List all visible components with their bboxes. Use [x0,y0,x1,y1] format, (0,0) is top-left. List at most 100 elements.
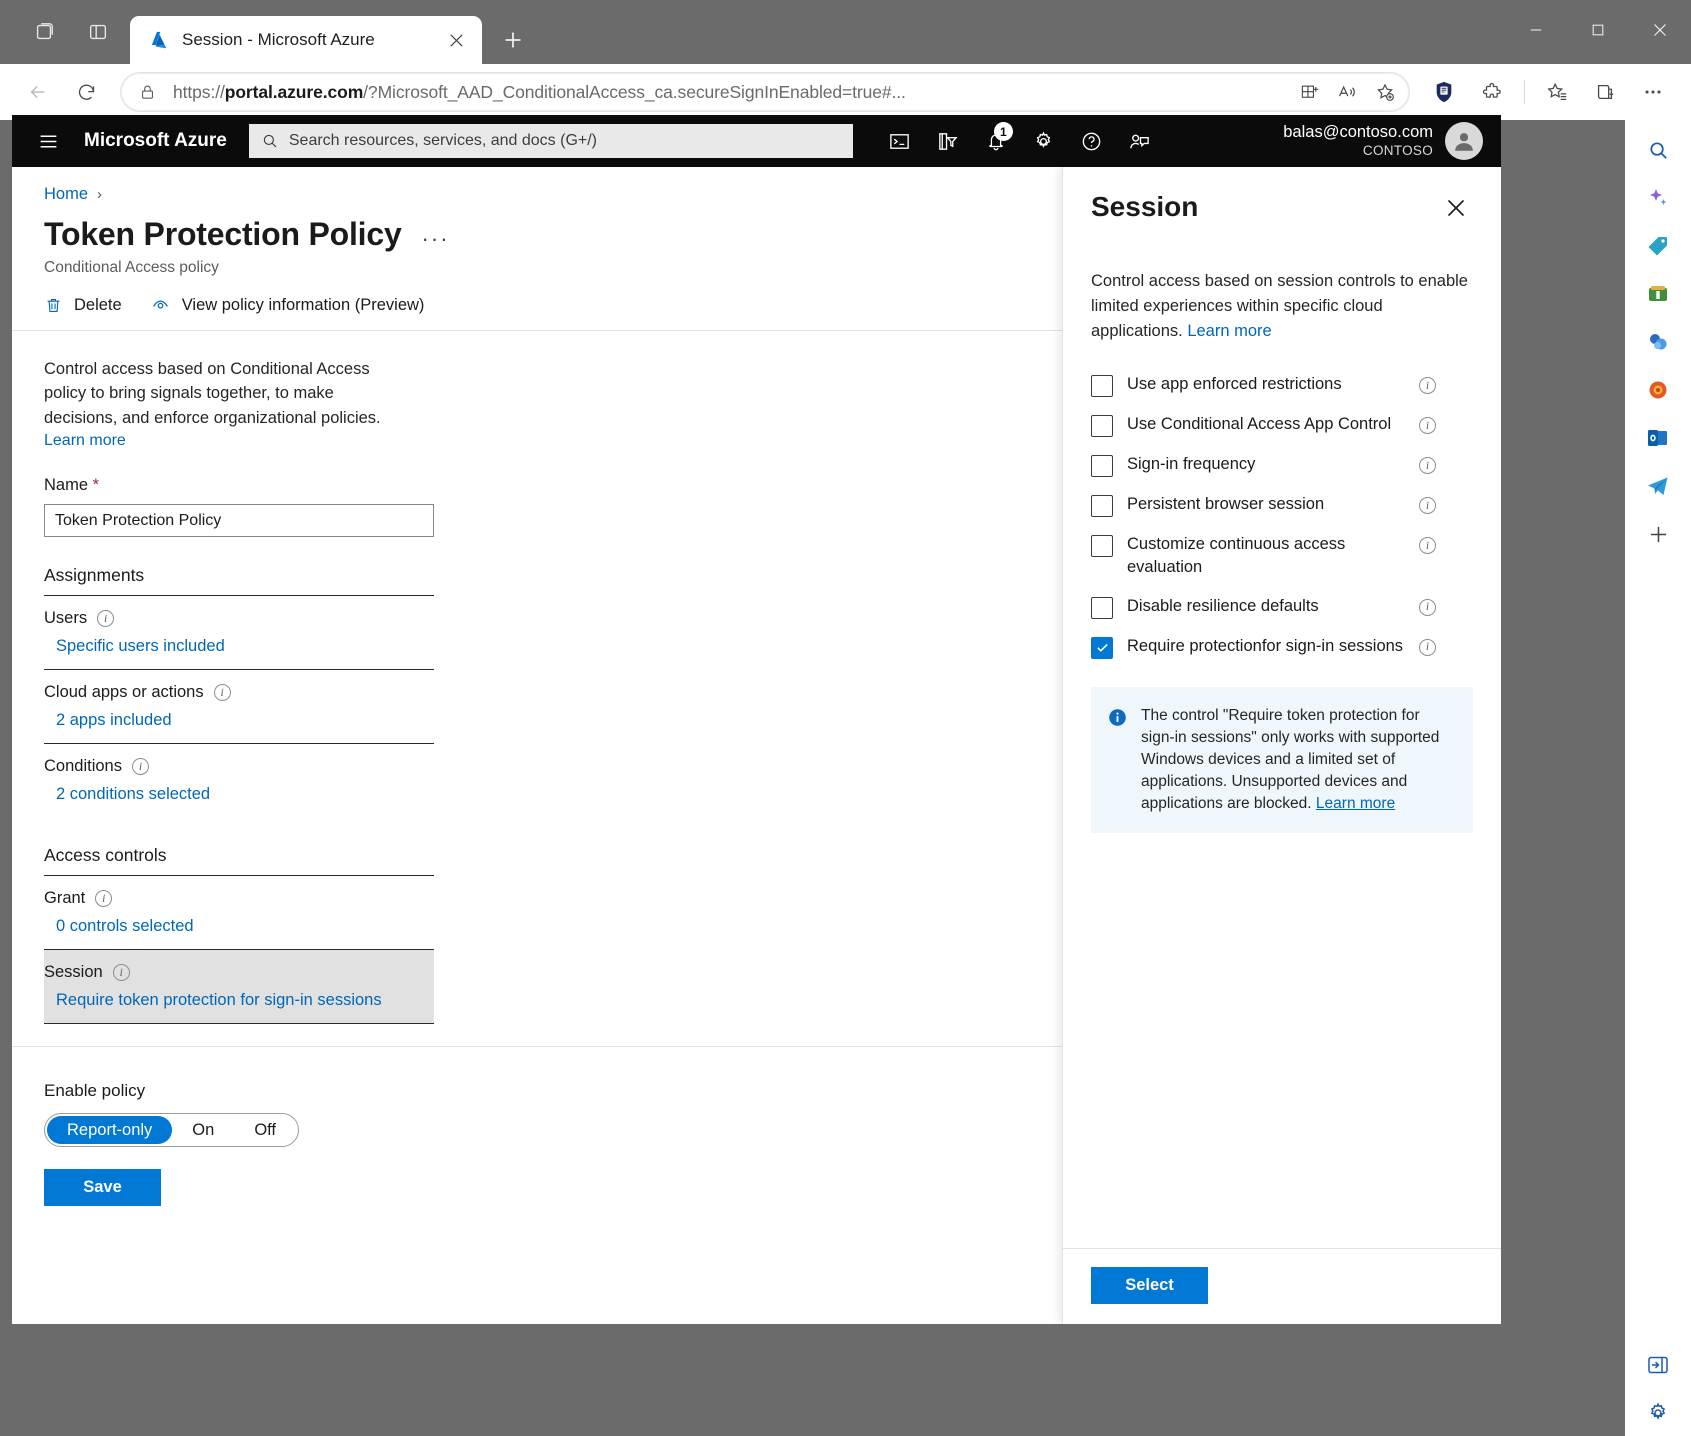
shield-extension-icon[interactable] [1422,70,1466,114]
row-conditions-label: Conditions i [44,757,434,776]
checkbox-require-token-protection[interactable] [1091,637,1113,659]
menu-hamburger-icon[interactable] [26,119,70,163]
checkbox-row-conditional-access-app-control[interactable]: Use Conditional Access App Control i [1091,413,1473,437]
page-title-row: Token Protection Policy ··· [12,204,1062,253]
drop-tab-icon[interactable] [1635,319,1681,365]
global-search-input[interactable]: Search resources, services, and docs (G+… [249,124,853,158]
checkbox-row-persistent-browser-session[interactable]: Persistent browser session i [1091,493,1473,517]
address-bar[interactable]: https://portal.azure.com/?Microsoft_AAD_… [120,72,1410,112]
office-icon[interactable] [1635,367,1681,413]
minimize-icon[interactable] [1505,0,1567,60]
info-icon[interactable]: i [1419,537,1436,554]
view-policy-information-button[interactable]: View policy information (Preview) [150,295,425,316]
policy-form: Name * Assignments Users i Spec [12,450,432,1047]
policy-intro-link[interactable]: Learn more [44,432,126,450]
info-icon[interactable]: i [97,610,114,627]
checkbox-disable-resilience-defaults[interactable] [1091,597,1113,619]
feedback-icon[interactable] [1117,119,1163,163]
new-tab-plus-icon[interactable] [496,23,530,57]
search-icon[interactable] [1635,127,1681,173]
help-question-icon[interactable] [1069,119,1115,163]
session-notice-link[interactable]: Learn more [1316,795,1395,812]
browser-tab[interactable]: Session - Microsoft Azure [130,16,482,64]
checkbox-row-app-enforced-restrictions[interactable]: Use app enforced restrictions i [1091,373,1473,397]
close-icon[interactable] [1439,191,1473,225]
extensions-puzzle-icon[interactable] [1470,70,1514,114]
split-screen-icon[interactable] [76,10,120,54]
directories-filter-icon[interactable] [925,119,971,163]
checkbox-row-disable-resilience-defaults[interactable]: Disable resilience defaults i [1091,595,1473,619]
row-cloud-apps-value[interactable]: 2 apps included [44,702,434,743]
info-icon[interactable]: i [1419,377,1436,394]
avatar[interactable] [1445,122,1483,160]
azure-header-icons: 1 [877,119,1163,163]
name-input[interactable] [44,504,434,537]
outlook-icon[interactable] [1635,415,1681,461]
trash-icon [44,296,63,315]
back-arrow-icon[interactable] [16,70,60,114]
customize-sidebar-icon[interactable] [1635,1342,1681,1388]
info-icon[interactable]: i [1419,457,1436,474]
checkbox-sign-in-frequency[interactable] [1091,455,1113,477]
close-window-icon[interactable] [1629,0,1691,60]
settings-gear-icon[interactable] [1021,119,1067,163]
notification-badge: 1 [994,122,1013,141]
checkbox-persistent-browser-session[interactable] [1091,495,1113,517]
session-controls-list: Use app enforced restrictions i Use Cond… [1091,373,1473,659]
checkbox-row-require-token-protection[interactable]: Require protectionfor sign-in sessions i [1091,635,1473,659]
info-icon[interactable]: i [95,890,112,907]
save-button[interactable]: Save [44,1169,161,1206]
azure-brand-label[interactable]: Microsoft Azure [84,130,227,152]
search-icon [261,132,279,150]
info-icon[interactable]: i [1419,497,1436,514]
favorites-list-icon[interactable] [1535,70,1579,114]
row-session-value[interactable]: Require token protection for sign-in ses… [44,982,434,1023]
add-favorite-star-icon[interactable] [1367,74,1403,110]
cloud-shell-icon[interactable] [877,119,923,163]
session-notice: The control "Require token protection fo… [1091,687,1473,833]
policy-blade-scroll: Home › Token Protection Policy ··· Condi… [12,167,1062,1324]
info-icon[interactable]: i [113,964,130,981]
split-page-icon[interactable] [1291,74,1327,110]
more-options-icon[interactable]: ··· [422,218,450,252]
row-conditions-value[interactable]: 2 conditions selected [44,776,434,817]
enable-policy-toggle[interactable]: Report-only On Off [44,1113,299,1147]
info-icon[interactable]: i [214,684,231,701]
session-description-link[interactable]: Learn more [1187,322,1271,340]
info-icon[interactable]: i [1419,599,1436,616]
checkbox-app-enforced-restrictions[interactable] [1091,375,1113,397]
more-options-icon[interactable] [1631,70,1675,114]
add-tool-icon[interactable] [1635,511,1681,557]
collections-icon[interactable] [1583,70,1627,114]
checkbox-row-sign-in-frequency[interactable]: Sign-in frequency i [1091,453,1473,477]
row-users-value[interactable]: Specific users included [44,628,434,669]
notifications-bell-icon[interactable]: 1 [973,119,1019,163]
copilot-sparkle-icon[interactable] [1635,175,1681,221]
games-icon[interactable] [1635,271,1681,317]
account-menu[interactable]: balas@contoso.com CONTOSO [1283,122,1487,160]
titlebar-left-icons [0,0,120,64]
info-icon[interactable]: i [1419,417,1436,434]
telegram-icon[interactable] [1635,463,1681,509]
toggle-option-on[interactable]: On [172,1116,234,1144]
tab-search-icon[interactable] [22,10,66,54]
close-icon[interactable] [442,26,470,54]
read-aloud-icon[interactable] [1329,74,1365,110]
checkbox-customize-continuous-access-evaluation[interactable] [1091,535,1113,557]
info-icon[interactable]: i [132,758,149,775]
breadcrumb-home[interactable]: Home [44,185,88,204]
checkbox-row-customize-continuous-access-evaluation[interactable]: Customize continuous access evaluation i [1091,533,1473,579]
sidebar-settings-icon[interactable] [1635,1390,1681,1436]
checkbox-conditional-access-app-control[interactable] [1091,415,1113,437]
info-icon[interactable]: i [1419,639,1436,656]
shopping-tag-icon[interactable] [1635,223,1681,269]
delete-button[interactable]: Delete [44,296,122,315]
toggle-option-off[interactable]: Off [234,1116,296,1144]
maximize-icon[interactable] [1567,0,1629,60]
select-button[interactable]: Select [1091,1267,1208,1304]
refresh-icon[interactable] [64,70,108,114]
row-grant-value[interactable]: 0 controls selected [44,908,434,949]
policy-intro-text: Control access based on Conditional Acce… [44,357,400,430]
row-session[interactable]: Session i Require token protection for s… [44,950,434,1023]
toggle-option-report-only[interactable]: Report-only [47,1116,172,1144]
